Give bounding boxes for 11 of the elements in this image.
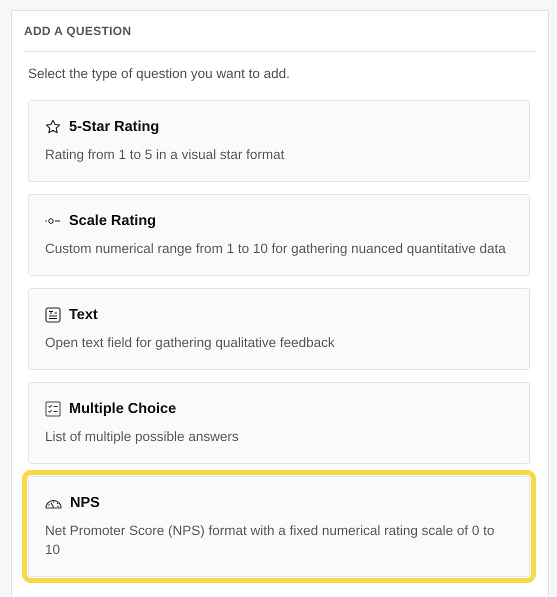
question-type-card[interactable]: Multiple Choice List of multiple possible answers: [28, 382, 530, 464]
gauge-icon: [45, 497, 62, 509]
checklist-icon: [45, 401, 61, 417]
slider-icon: [45, 217, 61, 225]
star-icon: [45, 119, 61, 135]
panel-title: ADD A QUESTION: [24, 24, 132, 38]
question-type-card[interactable]: Text Open text field for gathering qualitative feedback: [28, 288, 530, 370]
question-type-card[interactable]: 5-Star Rating Rating from 1 to 5 in a visual star format: [28, 100, 530, 182]
intro-text: Select the type of question you want to add.: [27, 65, 291, 81]
document-icon: [45, 307, 61, 323]
question-type-card[interactable]: Scale Rating Custom numerical range from 1 to 10 for gathering nuanced quantitative data: [28, 194, 530, 276]
